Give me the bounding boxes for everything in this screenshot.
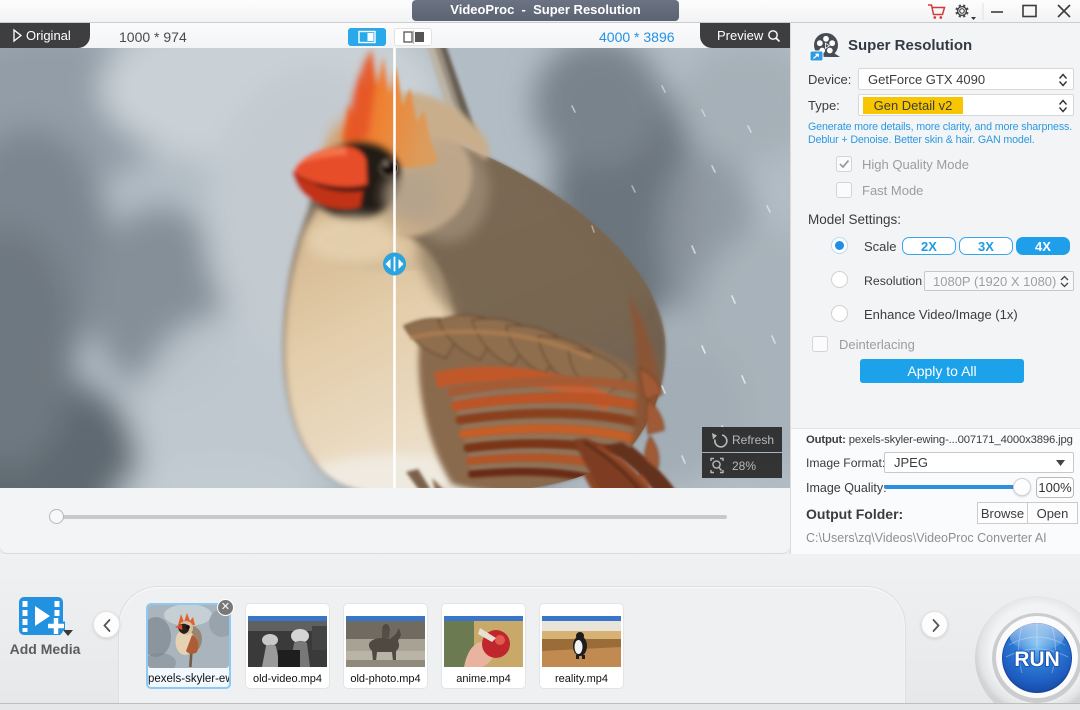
svg-text:28%: 28%: [732, 459, 756, 473]
svg-text:Original: Original: [26, 28, 71, 43]
svg-text:Refresh: Refresh: [732, 433, 774, 447]
svg-text:Preview: Preview: [717, 28, 764, 43]
